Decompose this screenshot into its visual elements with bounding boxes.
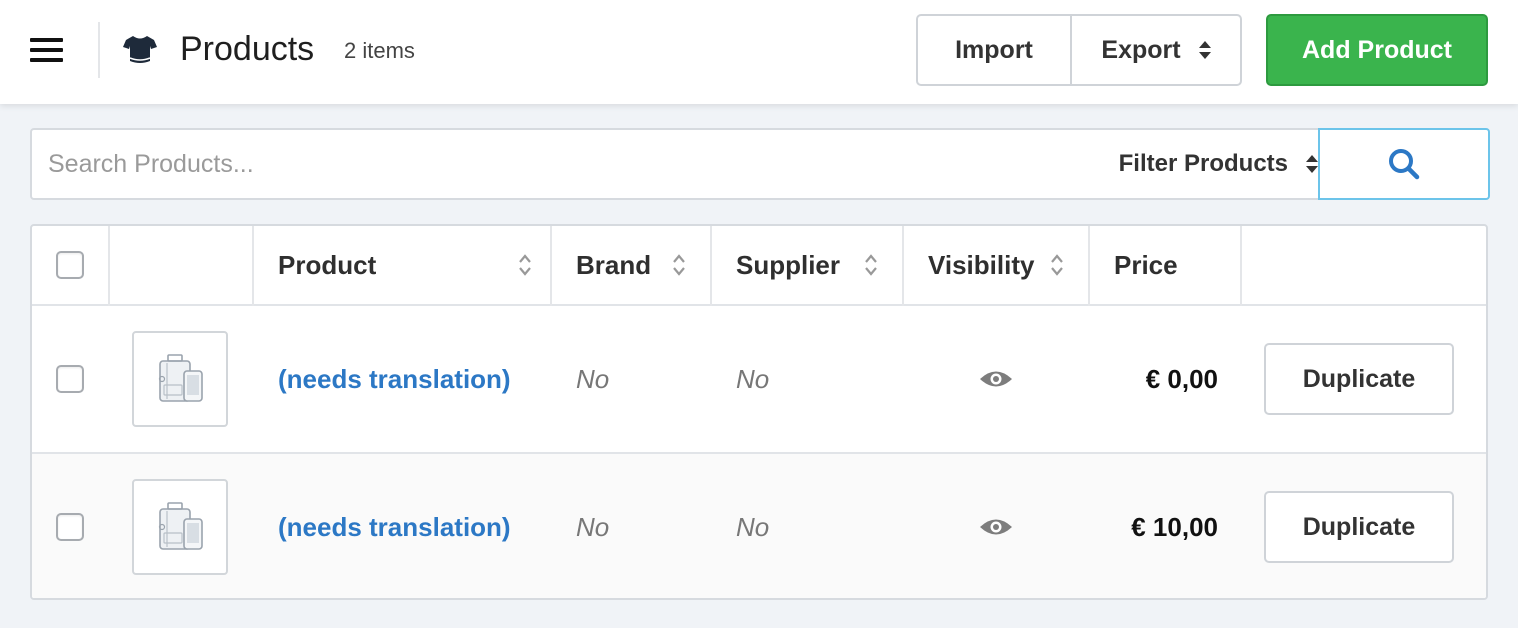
- brand-value: No: [576, 511, 610, 542]
- column-header-price: Price: [1114, 226, 1178, 304]
- page-title: Products: [180, 30, 315, 68]
- brand-value: No: [576, 363, 610, 394]
- filter-label: Filter Products: [1118, 150, 1288, 177]
- column-label: Visibility: [928, 249, 1035, 280]
- sort-icon: [864, 252, 878, 278]
- select-all-checkbox[interactable]: [56, 251, 84, 279]
- search-icon: [1389, 149, 1420, 180]
- search-bar: Filter Products: [30, 128, 1490, 200]
- top-bar: Products 2 items Import Export Add Produ…: [0, 0, 1518, 104]
- duplicate-button[interactable]: Duplicate: [1264, 343, 1454, 415]
- updown-chevron-icon: [1198, 41, 1211, 59]
- import-export-group: Import Export: [916, 14, 1242, 86]
- search-button[interactable]: [1318, 128, 1490, 200]
- column-label: Supplier: [736, 249, 841, 280]
- product-thumbnail[interactable]: [132, 331, 228, 427]
- column-header-supplier[interactable]: Supplier: [736, 226, 878, 304]
- sort-icon: [518, 252, 532, 278]
- duplicate-label: Duplicate: [1302, 512, 1416, 541]
- table-row: (needs translation) No No € 10,00 Duplic…: [32, 454, 1486, 598]
- duplicate-button[interactable]: Duplicate: [1264, 491, 1454, 563]
- add-product-button[interactable]: Add Product: [1266, 14, 1488, 86]
- table-header-row: Product Brand Supplier Visibility Price: [32, 226, 1486, 306]
- column-header-product[interactable]: Product: [278, 226, 532, 304]
- search-input[interactable]: [48, 142, 1068, 186]
- updown-chevron-icon: [1306, 155, 1318, 173]
- sort-icon: [672, 252, 686, 278]
- header-divider: [98, 22, 100, 78]
- filter-products-select[interactable]: Filter Products: [1088, 130, 1318, 198]
- product-placeholder-icon: [158, 502, 203, 550]
- tshirt-icon: [122, 34, 158, 66]
- export-dropdown[interactable]: Export: [1072, 16, 1240, 84]
- item-count: 2 items: [344, 38, 415, 63]
- sort-icon: [1050, 252, 1064, 278]
- duplicate-label: Duplicate: [1302, 364, 1416, 393]
- column-label: Product: [278, 249, 377, 280]
- menu-icon[interactable]: [30, 38, 63, 62]
- products-table: Product Brand Supplier Visibility Price …: [30, 224, 1488, 600]
- column-label: Brand: [576, 249, 652, 280]
- import-button[interactable]: Import: [918, 16, 1072, 84]
- add-product-label: Add Product: [1302, 35, 1452, 64]
- product-name-link[interactable]: (needs translation): [278, 364, 511, 395]
- product-thumbnail[interactable]: [132, 479, 228, 575]
- product-name-link[interactable]: (needs translation): [278, 512, 511, 543]
- eye-icon[interactable]: [978, 368, 1014, 390]
- table-row: (needs translation) No No € 0,00 Duplica…: [32, 306, 1486, 454]
- price-value: € 10,00: [1131, 511, 1218, 542]
- column-label: Price: [1114, 249, 1178, 280]
- product-placeholder-icon: [158, 354, 203, 402]
- supplier-value: No: [736, 363, 770, 394]
- column-header-visibility[interactable]: Visibility: [928, 226, 1064, 304]
- eye-icon[interactable]: [978, 516, 1014, 538]
- export-label: Export: [1101, 35, 1181, 64]
- price-value: € 0,00: [1145, 363, 1218, 394]
- supplier-value: No: [736, 511, 770, 542]
- row-checkbox[interactable]: [56, 513, 84, 541]
- row-checkbox[interactable]: [56, 365, 84, 393]
- column-header-brand[interactable]: Brand: [576, 226, 686, 304]
- select-all-cell: [56, 226, 84, 304]
- import-label: Import: [955, 35, 1033, 64]
